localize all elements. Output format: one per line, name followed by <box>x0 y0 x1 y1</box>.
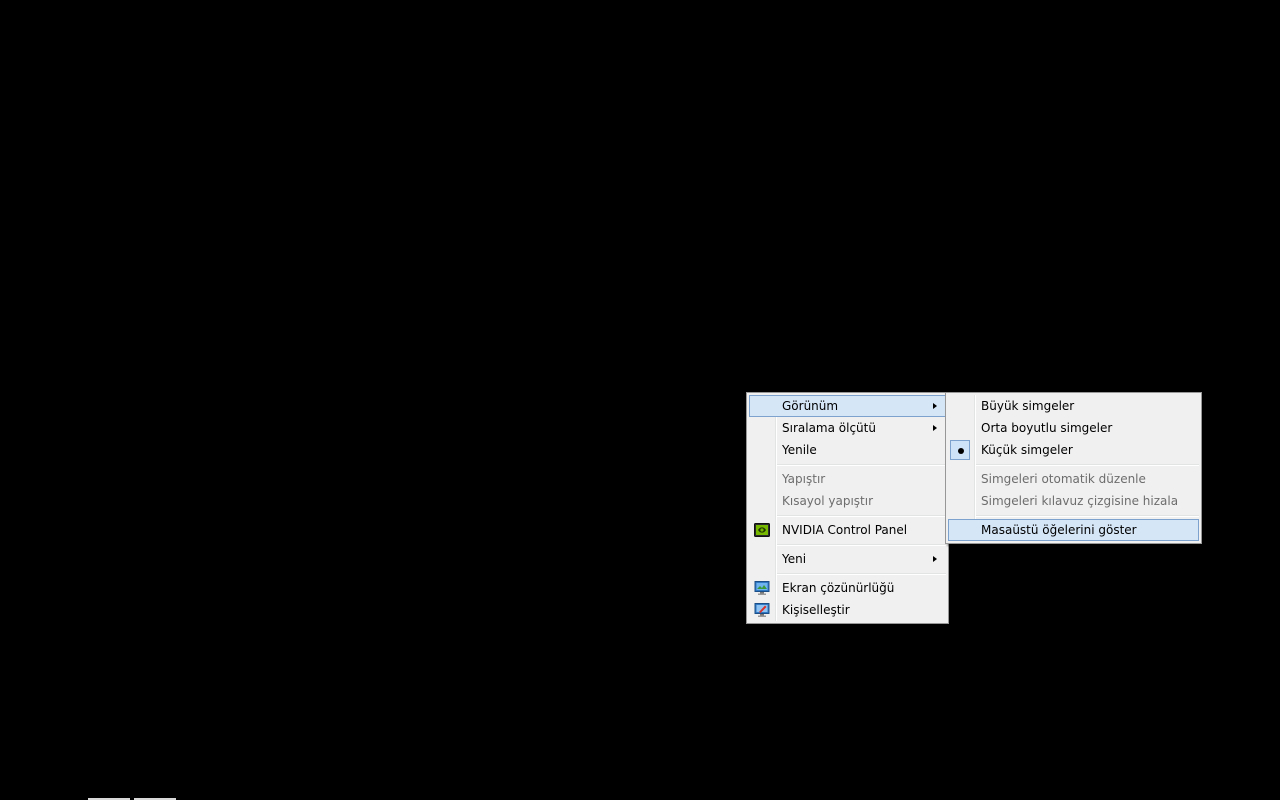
menu-item-label: Kısayol yapıştır <box>782 494 874 508</box>
menu-item-label: Küçük simgeler <box>981 443 1073 457</box>
menu-item-label: Yenile <box>782 443 817 457</box>
menu-separator <box>777 573 946 575</box>
menu-item-label: Orta boyutlu simgeler <box>981 421 1113 435</box>
desktop-background[interactable]: Görünüm Sıralama ölçütü Yenile Yapıştır … <box>0 0 1280 800</box>
menu-item-label: Görünüm <box>782 399 839 413</box>
desktop-context-menu: Görünüm Sıralama ölçütü Yenile Yapıştır … <box>746 392 949 624</box>
submenu-item-medium-icons[interactable]: Orta boyutlu simgeler <box>948 417 1199 439</box>
menu-item-new[interactable]: Yeni <box>749 548 946 570</box>
submenu-item-large-icons[interactable]: Büyük simgeler <box>948 395 1199 417</box>
display-resolution-icon <box>754 580 770 596</box>
menu-separator <box>976 515 1199 517</box>
menu-separator <box>777 464 946 466</box>
view-submenu: Büyük simgeler Orta boyutlu simgeler Küç… <box>945 392 1202 544</box>
menu-separator <box>777 544 946 546</box>
menu-item-label: Ekran çözünürlüğü <box>782 581 895 595</box>
menu-item-paste[interactable]: Yapıştır <box>749 468 946 490</box>
personalize-icon <box>754 602 770 618</box>
menu-item-sort-by[interactable]: Sıralama ölçütü <box>749 417 946 439</box>
submenu-item-show-desktop-icons[interactable]: Masaüstü öğelerini göster <box>948 519 1199 541</box>
menu-item-label: Simgeleri kılavuz çizgisine hizala <box>981 494 1179 508</box>
menu-item-nvidia-control-panel[interactable]: NVIDIA Control Panel <box>749 519 946 541</box>
menu-item-label: Yapıştır <box>782 472 826 486</box>
menu-item-label: Yeni <box>782 552 807 566</box>
menu-item-screen-resolution[interactable]: Ekran çözünürlüğü <box>749 577 946 599</box>
submenu-arrow-icon <box>933 556 937 562</box>
submenu-item-align-to-grid[interactable]: Simgeleri kılavuz çizgisine hizala <box>948 490 1199 512</box>
menu-item-label: Masaüstü öğelerini göster <box>981 523 1137 537</box>
submenu-item-small-icons[interactable]: Küçük simgeler <box>948 439 1199 461</box>
menu-item-label: Simgeleri otomatik düzenle <box>981 472 1146 486</box>
menu-item-label: Kişiselleştir <box>782 603 850 617</box>
submenu-arrow-icon <box>933 425 937 431</box>
submenu-item-auto-arrange[interactable]: Simgeleri otomatik düzenle <box>948 468 1199 490</box>
menu-separator <box>976 464 1199 466</box>
nvidia-icon <box>754 522 770 538</box>
selected-radio-icon <box>950 440 970 460</box>
menu-item-label: Sıralama ölçütü <box>782 421 876 435</box>
menu-item-refresh[interactable]: Yenile <box>749 439 946 461</box>
menu-item-personalize[interactable]: Kişiselleştir <box>749 599 946 621</box>
menu-item-paste-shortcut[interactable]: Kısayol yapıştır <box>749 490 946 512</box>
menu-item-label: NVIDIA Control Panel <box>782 523 908 537</box>
menu-item-label: Büyük simgeler <box>981 399 1075 413</box>
menu-item-view[interactable]: Görünüm <box>749 395 946 417</box>
radio-dot-icon <box>958 448 964 454</box>
submenu-arrow-icon <box>933 403 937 409</box>
menu-separator <box>777 515 946 517</box>
